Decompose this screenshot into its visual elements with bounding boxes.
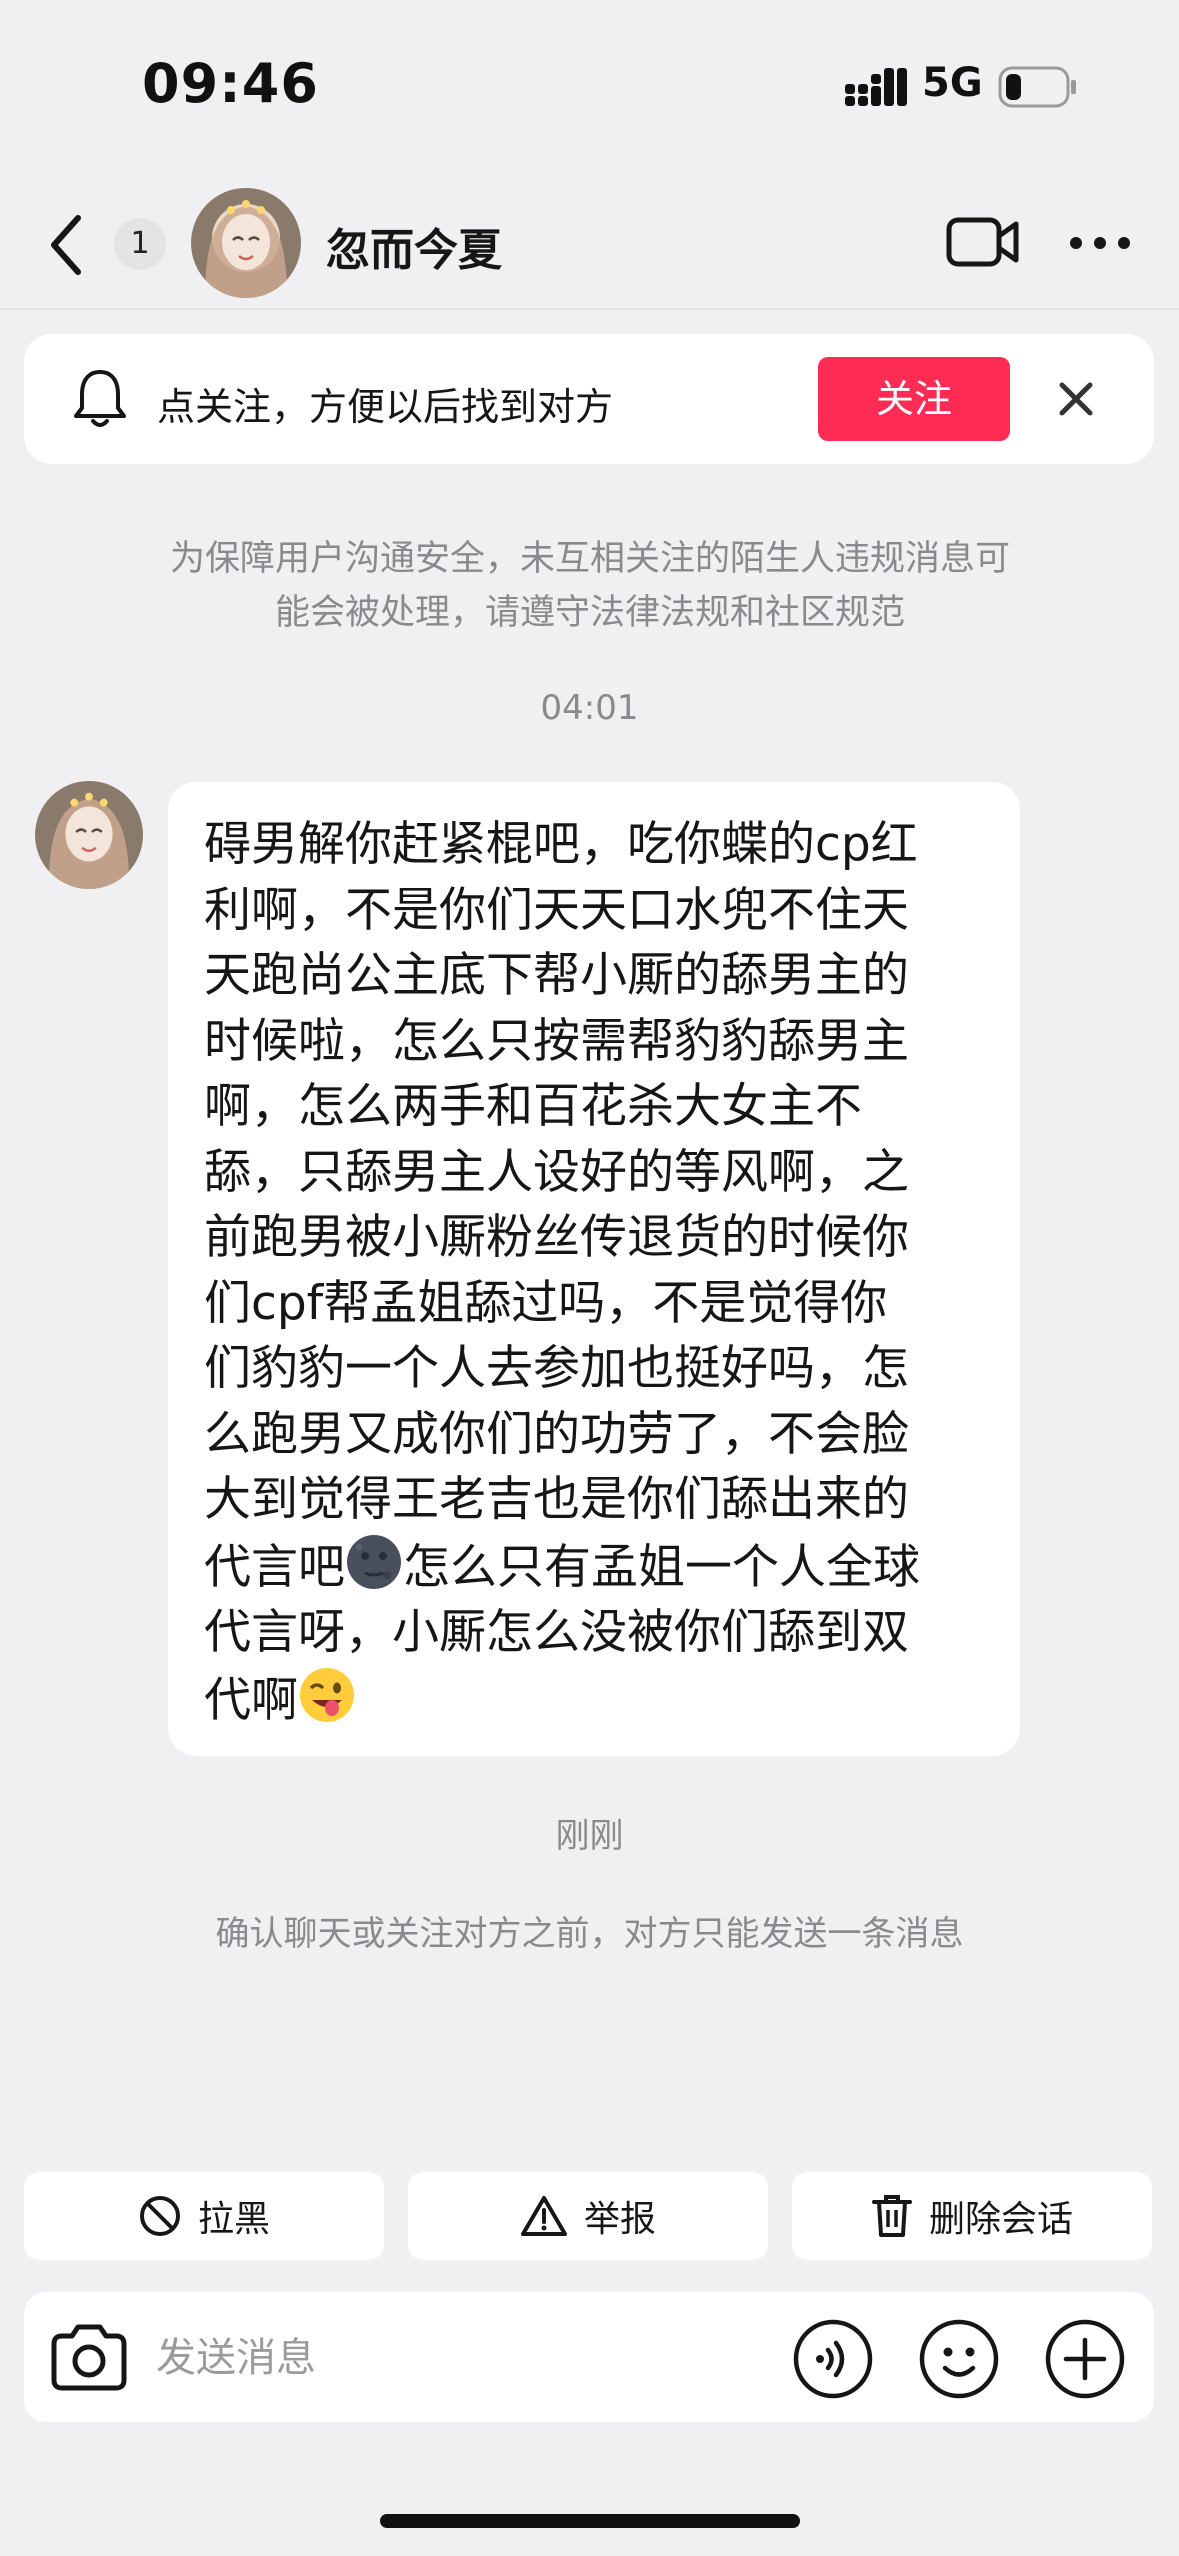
- emoji-icon[interactable]: [918, 2318, 1000, 2400]
- plus-icon[interactable]: [1044, 2318, 1126, 2400]
- limit-notice: 确认聊天或关注对方之前，对方只能发送一条消息: [215, 1914, 964, 1954]
- warning-icon: [520, 2196, 567, 2236]
- back-arrow-icon[interactable]: [44, 210, 94, 280]
- unread-badge[interactable]: 1: [114, 218, 166, 270]
- message-timestamp: 04:01: [540, 688, 639, 728]
- follow-button[interactable]: 关注: [818, 357, 1010, 441]
- voice-message-icon[interactable]: [792, 2318, 874, 2400]
- message-bubble[interactable]: 碍男解你赶紧棍吧，吃你蝶的cp红 利啊，不是你们天天口水兜不住天 天跑尚公主底下…: [168, 782, 1020, 1756]
- status-time: 09:46: [142, 52, 319, 115]
- message-line: 啊，怎么两手和百花杀大女主不: [204, 1079, 862, 1134]
- trash-icon: [871, 2195, 912, 2237]
- message-timestamp: 刚刚: [555, 1816, 624, 1856]
- chat-title: 忽而今夏: [326, 225, 502, 276]
- new-moon-face-emoji: [347, 1534, 401, 1589]
- message-line: 舔，只舔男主人设好的等风啊，之: [204, 1144, 909, 1200]
- message-line: 时候啦，怎么只按需帮豹豹舔男主: [204, 1013, 909, 1069]
- safety-notice-line1: 为保障用户沟通安全，未互相关注的陌生人违规消息可: [169, 539, 1010, 579]
- more-icon[interactable]: [1068, 234, 1132, 252]
- message-line: 前跑男被小厮粉丝传退货的时候你: [204, 1210, 909, 1265]
- message-line: 大到觉得王老吉也是你们舔出来的: [204, 1472, 909, 1527]
- safety-notice: 为保障用户沟通安全，未互相关注的陌生人违规消息可 能会被处理，请遵守法律法规和社…: [120, 532, 1060, 640]
- report-button[interactable]: 举报: [408, 2172, 768, 2260]
- delete-chat-label: 删除会话: [928, 2199, 1073, 2240]
- message-line: 代啊: [204, 1666, 984, 1734]
- message-line: 利啊，不是你们天天口水兜不住天: [204, 882, 909, 938]
- video-call-icon[interactable]: [946, 214, 1020, 270]
- winking-face-with-tongue-emoji: [300, 1667, 354, 1722]
- message-line: 们豹豹一个人去参加也挺好吗，怎: [204, 1341, 909, 1396]
- camera-icon[interactable]: [48, 2322, 130, 2394]
- signal-icon: [845, 68, 907, 106]
- safety-notice-line2: 能会被处理，请遵守法律法规和社区规范: [274, 593, 905, 633]
- report-label: 举报: [583, 2199, 656, 2240]
- avatar[interactable]: [191, 188, 301, 298]
- block-label: 拉黑: [197, 2199, 270, 2240]
- network-type: 5G: [922, 60, 983, 106]
- message-input[interactable]: [156, 2330, 756, 2386]
- message-line: 碍男解你赶紧棍吧，吃你蝶的cp红: [204, 817, 918, 872]
- block-button[interactable]: 拉黑: [24, 2172, 384, 2260]
- message-line: 代言吧 怎么只有孟姐一个人全球: [204, 1533, 984, 1601]
- close-icon[interactable]: [1057, 380, 1095, 418]
- message-line: 们cpf帮孟姐舔过吗，不是觉得你: [204, 1275, 888, 1331]
- message-text: 代啊: [204, 1672, 298, 1728]
- bell-icon: [74, 370, 126, 427]
- banner-text: 点关注，方便以后找到对方: [157, 385, 614, 429]
- message-text: 怎么只有孟姐一个人全球: [403, 1539, 920, 1595]
- nav-divider: [0, 308, 1179, 310]
- delete-chat-button[interactable]: 删除会话: [792, 2172, 1152, 2260]
- sender-avatar[interactable]: [35, 781, 143, 889]
- home-indicator: [380, 2514, 800, 2528]
- message-text: 代言吧: [204, 1539, 345, 1595]
- battery-icon: [998, 66, 1076, 108]
- message-line: 代言呀，小厮怎么没被你们舔到双: [204, 1605, 909, 1660]
- block-icon: [139, 2196, 180, 2236]
- message-line: 么跑男又成你们的功劳了，不会脸: [204, 1406, 909, 1462]
- message-line: 天跑尚公主底下帮小厮的舔男主的: [204, 948, 909, 1003]
